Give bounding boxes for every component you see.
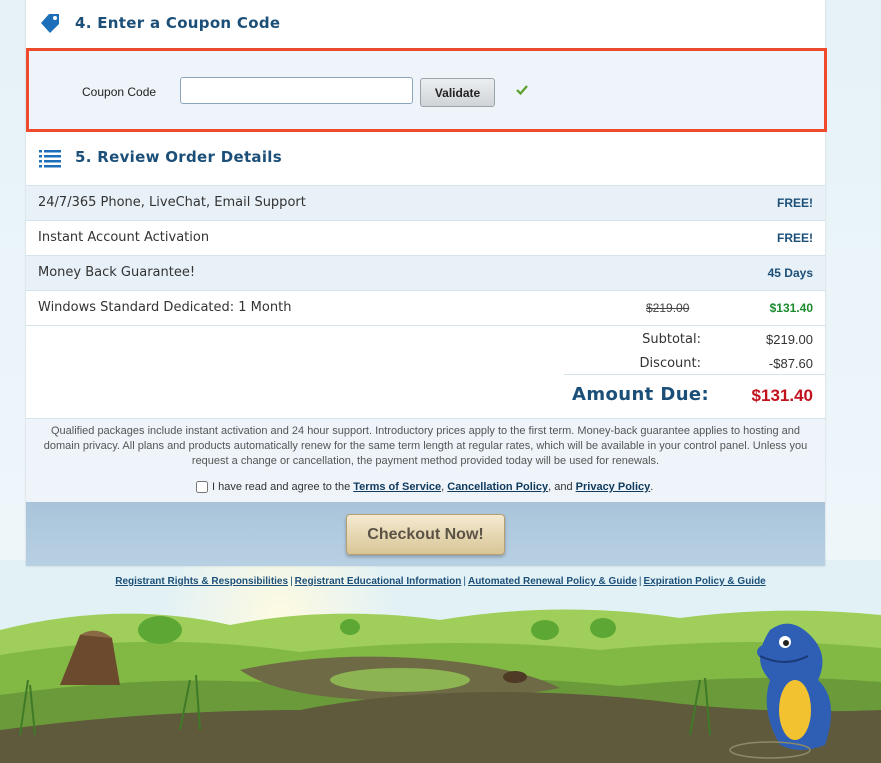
swamp-landscape-illustration [0, 560, 881, 763]
privacy-policy-link[interactable]: Privacy Policy [576, 481, 651, 493]
amount-due-value: $131.40 [751, 386, 813, 405]
table-row: Windows Standard Dedicated: 1 Month $219… [26, 290, 825, 326]
period-text: . [650, 481, 654, 493]
original-price: $219.00 [646, 301, 690, 315]
legal-disclaimer: Qualified packages include instant activ… [26, 418, 825, 503]
row-label: 24/7/365 Phone, LiveChat, Email Support [38, 195, 306, 210]
footer-links: Registrant Rights & Responsibilities | Reg… [0, 576, 881, 587]
registrant-rights-link[interactable]: Registrant Rights & Responsibilities [113, 576, 290, 587]
row-label: Windows Standard Dedicated: 1 Month [38, 300, 292, 315]
subtotal-value: $219.00 [766, 332, 813, 347]
review-section-title: 5. Review Order Details [75, 148, 282, 166]
row-label: Instant Account Activation [38, 230, 210, 245]
terms-of-service-link[interactable]: Terms of Service [353, 481, 441, 493]
terms-checkbox[interactable] [196, 481, 208, 493]
order-totals: Subtotal: $219.00 Discount: -$87.60 Amou… [564, 326, 825, 418]
table-row: Money Back Guarantee! 45 Days [26, 255, 825, 290]
list-icon [39, 150, 61, 168]
subtotal-row: Subtotal: $219.00 [564, 328, 825, 350]
review-section-header: 5. Review Order Details [26, 137, 825, 177]
disclaimer-text: Qualified packages include instant activ… [43, 425, 808, 467]
row-value: 45 Days [767, 266, 813, 280]
discount-label: Discount: [639, 356, 701, 371]
table-row: 24/7/365 Phone, LiveChat, Email Support … [26, 185, 825, 220]
check-icon [516, 85, 528, 96]
row-value: FREE! [777, 196, 813, 210]
row-value: FREE! [777, 231, 813, 245]
tag-icon [41, 14, 59, 33]
subtotal-label: Subtotal: [642, 332, 701, 347]
row-value: $131.40 [769, 301, 813, 315]
validate-button[interactable]: Validate [420, 78, 495, 107]
amount-due-label: Amount Due: [572, 384, 710, 405]
registrant-education-link[interactable]: Registrant Educational Information [293, 576, 464, 587]
comma-text: , [441, 481, 445, 493]
coupon-code-label: Coupon Code [82, 85, 157, 99]
cancellation-policy-link[interactable]: Cancellation Policy [447, 481, 548, 493]
and-text: , and [548, 481, 573, 493]
checkout-button[interactable]: Checkout Now! [346, 514, 505, 555]
landscape-background [0, 560, 881, 763]
auto-renewal-policy-link[interactable]: Automated Renewal Policy & Guide [466, 576, 639, 587]
coupon-section-header: 4. Enter a Coupon Code [26, 3, 825, 43]
coupon-section-title: 4. Enter a Coupon Code [75, 14, 281, 32]
discount-row: Discount: -$87.60 [564, 352, 825, 374]
agree-text: I have read and agree to the [212, 481, 351, 493]
row-label: Money Back Guarantee! [38, 265, 196, 280]
order-details-table: 24/7/365 Phone, LiveChat, Email Support … [26, 185, 825, 326]
checkout-panel: 4. Enter a Coupon Code Coupon Code Valid… [26, 0, 827, 566]
discount-value: -$87.60 [768, 356, 813, 371]
coupon-form-box: Coupon Code Validate [26, 48, 827, 132]
coupon-code-input[interactable] [180, 77, 413, 104]
terms-agreement: I have read and agree to the Terms of Se… [196, 481, 653, 493]
checkout-bar: Checkout Now! [26, 502, 825, 566]
expiration-policy-link[interactable]: Expiration Policy & Guide [642, 576, 768, 587]
table-row: Instant Account Activation FREE! [26, 220, 825, 255]
totals-divider [564, 374, 825, 375]
